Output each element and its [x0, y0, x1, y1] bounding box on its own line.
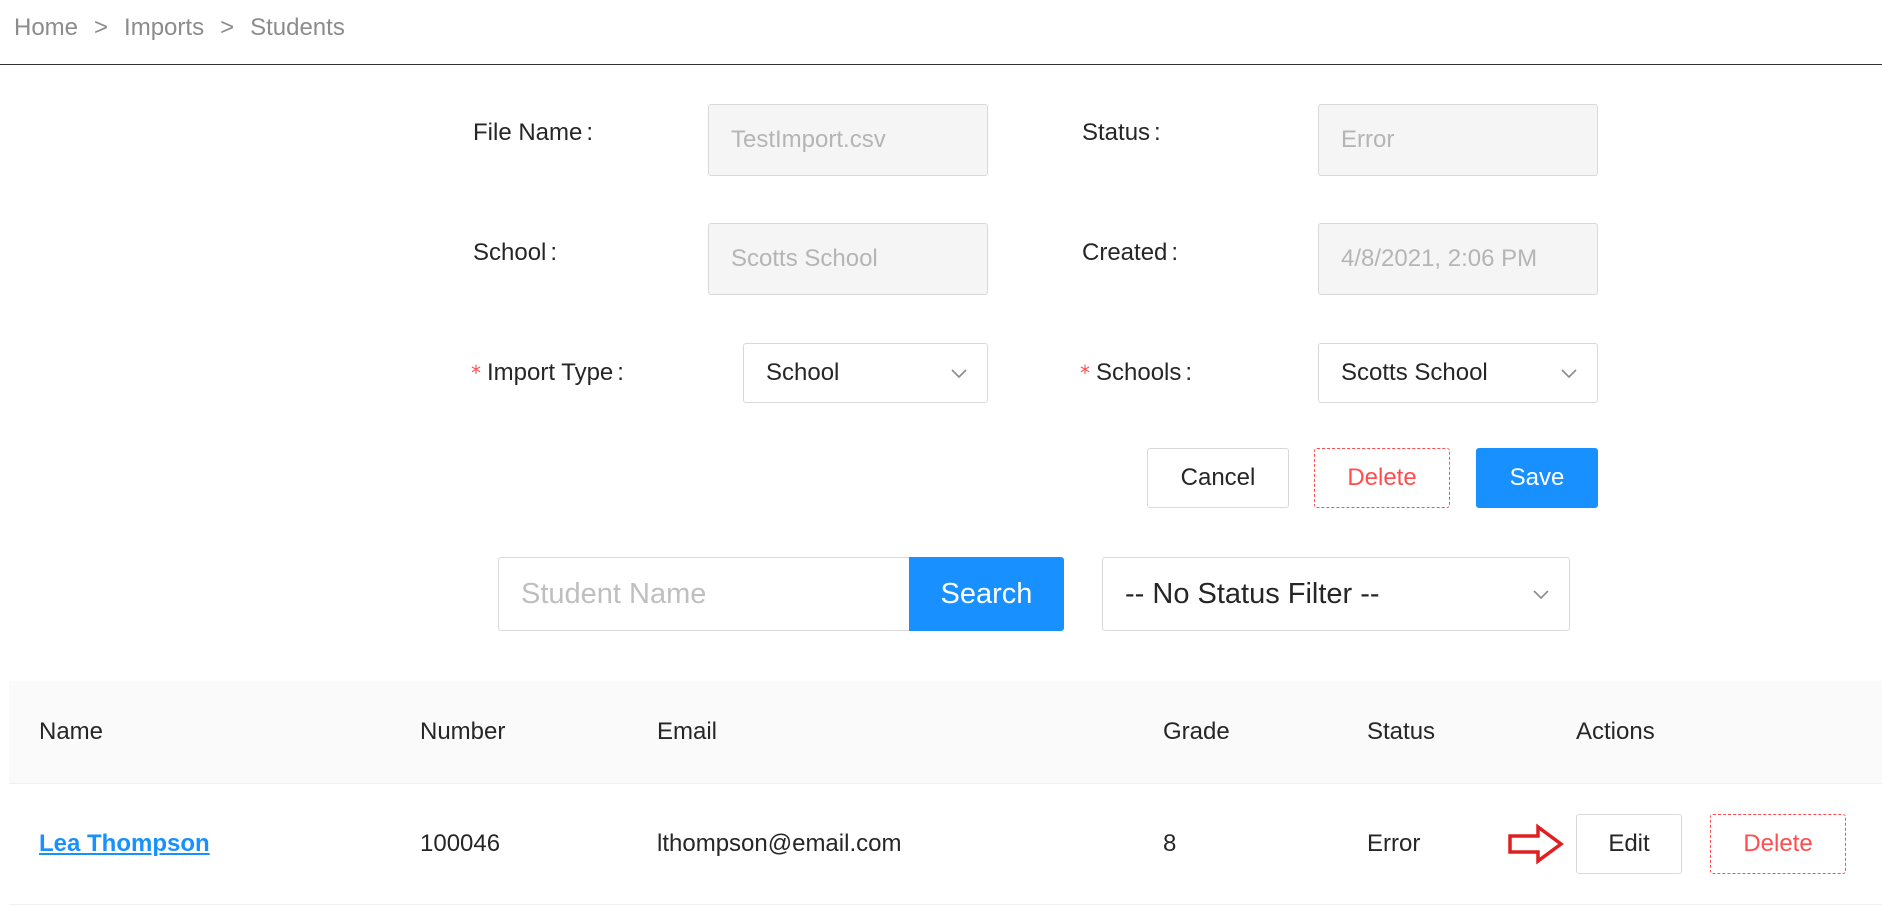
column-header-actions: Actions [1576, 718, 1655, 745]
column-header-name: Name [39, 718, 104, 745]
breadcrumb-home[interactable]: Home [14, 14, 78, 42]
import-type-value: School [766, 359, 840, 386]
student-name-search-input[interactable] [498, 557, 910, 631]
student-name-link[interactable]: Lea Thompson [39, 830, 210, 858]
chevron-down-icon [1561, 369, 1577, 379]
chevron-down-icon [1533, 590, 1549, 600]
arrow-right-icon [1508, 823, 1564, 865]
student-grade-cell: 8 [1163, 830, 1177, 857]
chevron-down-icon [951, 369, 967, 379]
student-status-cell: Error [1367, 830, 1421, 857]
column-header-number: Number [420, 718, 506, 745]
schools-label: * Schools: [1080, 359, 1193, 386]
table-header: Name Number Email Grade Status Actions [9, 681, 1882, 784]
header-divider [0, 64, 1882, 65]
breadcrumb: Home > Imports > Students [14, 12, 345, 44]
table-row: Lea Thompson 100046 lthompson@email.com … [9, 784, 1882, 905]
required-mark: * [1080, 361, 1090, 385]
file-name-label: File Name: [473, 119, 594, 146]
file-name-field: TestImport.csv [708, 104, 988, 176]
required-mark: * [471, 361, 481, 385]
import-type-select[interactable]: School [743, 343, 988, 403]
column-header-email: Email [657, 718, 718, 745]
status-label: Status: [1082, 119, 1161, 146]
school-field: Scotts School [708, 223, 988, 295]
student-email-cell: lthompson@email.com [657, 830, 902, 857]
breadcrumb-students: Students [250, 14, 345, 41]
school-label: School: [473, 239, 558, 266]
save-button[interactable]: Save [1476, 448, 1598, 508]
status-filter-select[interactable]: -- No Status Filter -- [1102, 557, 1570, 631]
created-label: Created: [1082, 239, 1179, 266]
schools-select[interactable]: Scotts School [1318, 343, 1598, 403]
schools-value: Scotts School [1341, 359, 1488, 386]
breadcrumb-separator: > [94, 14, 109, 41]
status-field: Error [1318, 104, 1598, 176]
edit-student-button[interactable]: Edit [1576, 814, 1682, 874]
student-number-cell: 100046 [420, 830, 501, 857]
cancel-button[interactable]: Cancel [1147, 448, 1289, 508]
column-header-status: Status [1367, 718, 1436, 745]
breadcrumb-separator: > [220, 14, 235, 41]
student-name-cell: Lea Thompson [39, 784, 210, 904]
column-header-grade: Grade [1163, 718, 1230, 745]
search-button[interactable]: Search [909, 557, 1064, 631]
import-type-label: * Import Type: [471, 359, 624, 386]
delete-import-button[interactable]: Delete [1314, 448, 1450, 508]
breadcrumb-imports[interactable]: Imports [124, 14, 204, 42]
status-filter-value: -- No Status Filter -- [1125, 577, 1380, 610]
created-field: 4/8/2021, 2:06 PM [1318, 223, 1598, 295]
delete-student-button[interactable]: Delete [1710, 814, 1846, 874]
